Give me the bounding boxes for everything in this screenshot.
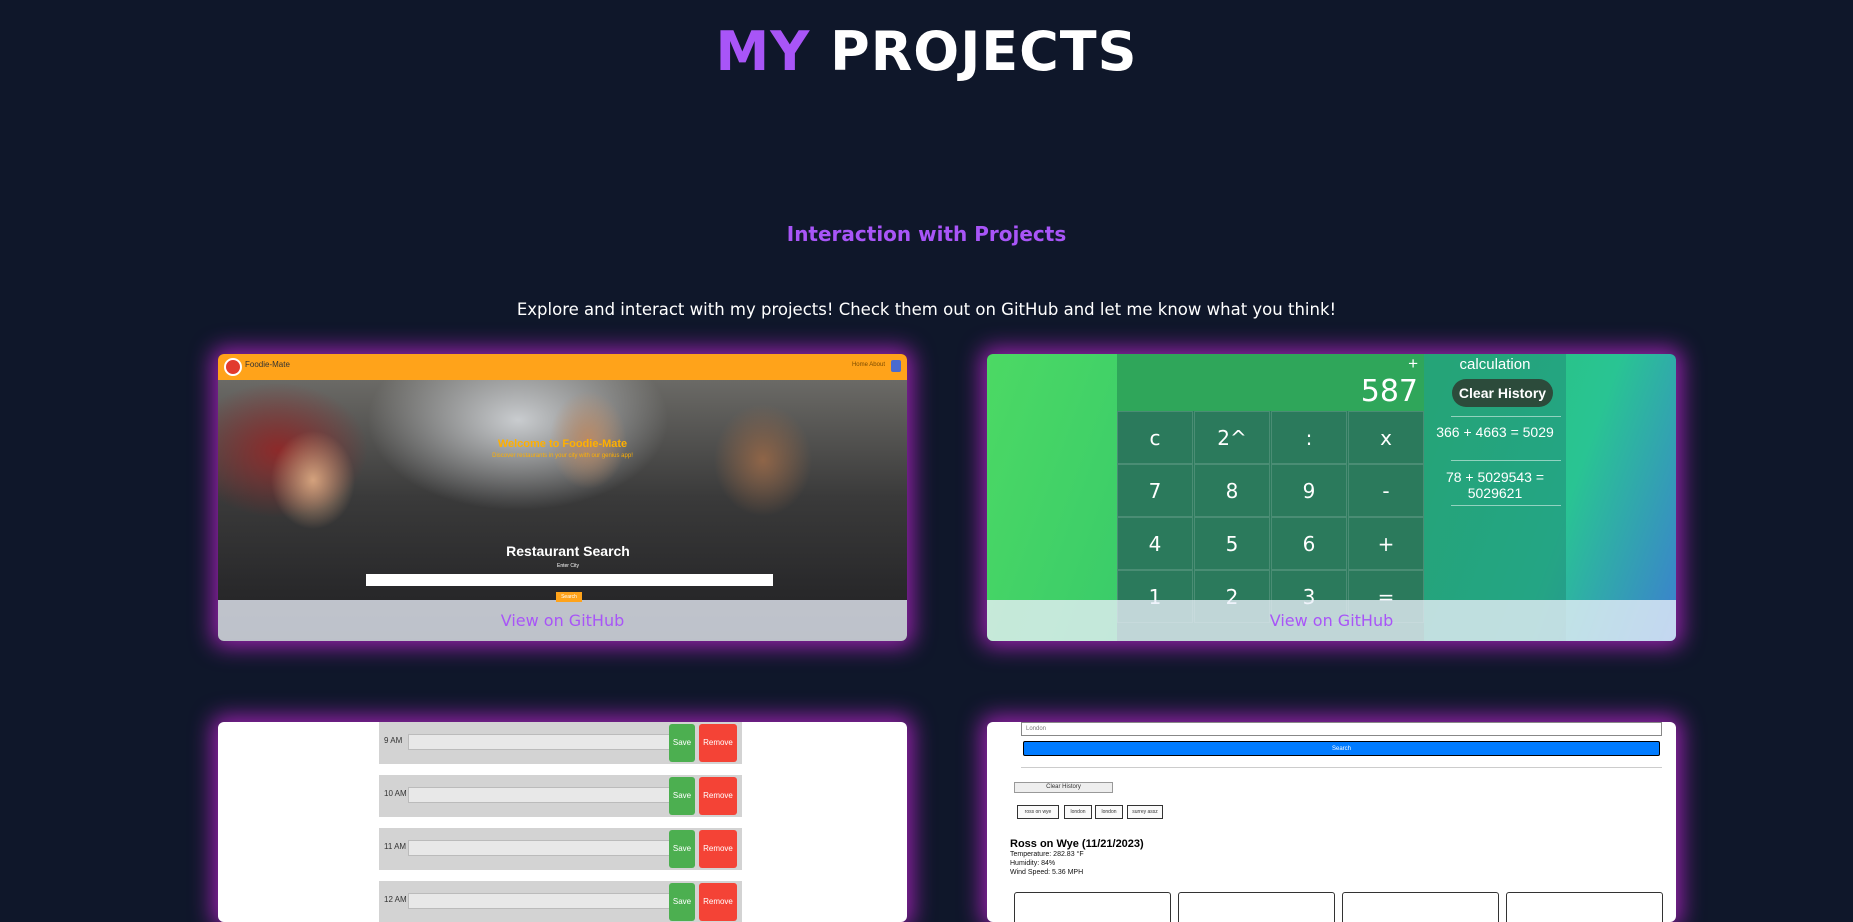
history-divider	[1451, 416, 1561, 417]
key-6[interactable]: 6	[1271, 517, 1347, 570]
history-divider	[1451, 505, 1561, 506]
foodie-brand: Foodie-Mate	[245, 360, 290, 369]
project-card-calculator[interactable]: + 587 c 2^ : x 7 8 9 - 4 5 6 + 1 2 3 = c…	[987, 354, 1676, 641]
history-city-button[interactable]: london	[1095, 805, 1123, 819]
event-input[interactable]	[408, 734, 672, 750]
temperature: Temperature: 282.83 °F	[1010, 851, 1084, 858]
forecast-card	[1014, 892, 1171, 922]
key-plus[interactable]: +	[1348, 517, 1424, 570]
history-city-button[interactable]: london	[1064, 805, 1092, 819]
key-8[interactable]: 8	[1194, 464, 1270, 517]
event-input[interactable]	[408, 840, 672, 856]
forecast-card	[1342, 892, 1499, 922]
current-weather-heading: Ross on Wye (11/21/2023)	[1010, 838, 1144, 850]
time-block: 12 AM Save Remove	[379, 881, 742, 922]
save-button[interactable]: Save	[669, 830, 695, 868]
save-button[interactable]: Save	[669, 883, 695, 921]
remove-button[interactable]: Remove	[699, 777, 737, 815]
remove-button[interactable]: Remove	[699, 830, 737, 868]
page-title-accent: MY	[715, 20, 811, 83]
foodie-city-input[interactable]	[366, 574, 773, 586]
clear-history-button[interactable]: Clear History	[1452, 379, 1553, 407]
key-divide[interactable]: :	[1271, 411, 1347, 464]
foodie-tagline: Discover restaurants in your city with o…	[492, 453, 633, 459]
save-button[interactable]: Save	[669, 724, 695, 762]
key-7[interactable]: 7	[1117, 464, 1193, 517]
foodie-search-button[interactable]: Search	[556, 592, 582, 602]
github-link-calculator[interactable]: View on GitHub	[987, 600, 1676, 641]
key-clear[interactable]: c	[1117, 411, 1193, 464]
key-power[interactable]: 2^	[1194, 411, 1270, 464]
time-block: 10 AM Save Remove	[379, 775, 742, 817]
time-label: 12 AM	[384, 895, 407, 904]
city-search-input[interactable]: London	[1021, 722, 1662, 736]
foodie-nav-links: Home About	[851, 362, 885, 368]
foodie-city-label: Enter City	[557, 563, 579, 569]
foodie-navbar	[218, 354, 907, 380]
user-icon	[891, 360, 901, 372]
key-4[interactable]: 4	[1117, 517, 1193, 570]
time-block: 9 AM Save Remove	[379, 722, 742, 764]
project-card-weather[interactable]: London Search Clear History ross on wye …	[987, 722, 1676, 922]
time-label: 10 AM	[384, 789, 407, 798]
calculator-value: 587	[1360, 374, 1418, 409]
project-card-scheduler[interactable]: 9 AM Save Remove 10 AM Save Remove 11 AM…	[218, 722, 907, 922]
history-title: calculation	[1459, 356, 1531, 373]
weather-clear-history-button[interactable]: Clear History	[1014, 782, 1113, 793]
key-minus[interactable]: -	[1348, 464, 1424, 517]
weather-search-button[interactable]: Search	[1023, 741, 1660, 756]
forecast-card	[1178, 892, 1335, 922]
wind-speed: Wind Speed: 5.36 MPH	[1010, 869, 1084, 876]
history-city-button[interactable]: surrey assz	[1127, 805, 1163, 819]
history-item: 366 + 4663 = 5029	[1436, 424, 1554, 440]
github-link-foodie[interactable]: View on GitHub	[218, 600, 907, 641]
event-input[interactable]	[408, 787, 672, 803]
foodie-welcome: Welcome to Foodie-Mate	[497, 438, 628, 450]
page-title-rest: PROJECTS	[830, 20, 1138, 83]
calculator-display: + 587	[1117, 354, 1424, 411]
event-input[interactable]	[408, 893, 672, 909]
key-5[interactable]: 5	[1194, 517, 1270, 570]
remove-button[interactable]: Remove	[699, 883, 737, 921]
key-9[interactable]: 9	[1271, 464, 1347, 517]
history-item: 78 + 5029543 = 5029621	[1445, 469, 1545, 501]
time-block: 11 AM Save Remove	[379, 828, 742, 870]
divider	[1021, 767, 1662, 768]
humidity: Humidity: 84%	[1010, 860, 1056, 867]
time-label: 11 AM	[384, 842, 407, 851]
save-button[interactable]: Save	[669, 777, 695, 815]
remove-button[interactable]: Remove	[699, 724, 737, 762]
section-description: Explore and interact with my projects! C…	[516, 300, 1337, 319]
page-title: MY PROJECTS	[0, 20, 1853, 83]
foodie-logo-icon	[224, 358, 242, 376]
forecast-card	[1506, 892, 1663, 922]
history-divider	[1451, 460, 1561, 461]
calculator-history-panel: calculation Clear History 366 + 4663 = 5…	[1424, 354, 1566, 641]
foodie-search-title: Restaurant Search	[506, 543, 630, 559]
key-multiply[interactable]: x	[1348, 411, 1424, 464]
time-label: 9 AM	[384, 736, 403, 745]
history-city-button[interactable]: ross on wye	[1017, 805, 1059, 819]
calculator-operator: +	[1408, 354, 1418, 373]
section-subtitle: Interaction with Projects	[786, 222, 1067, 246]
